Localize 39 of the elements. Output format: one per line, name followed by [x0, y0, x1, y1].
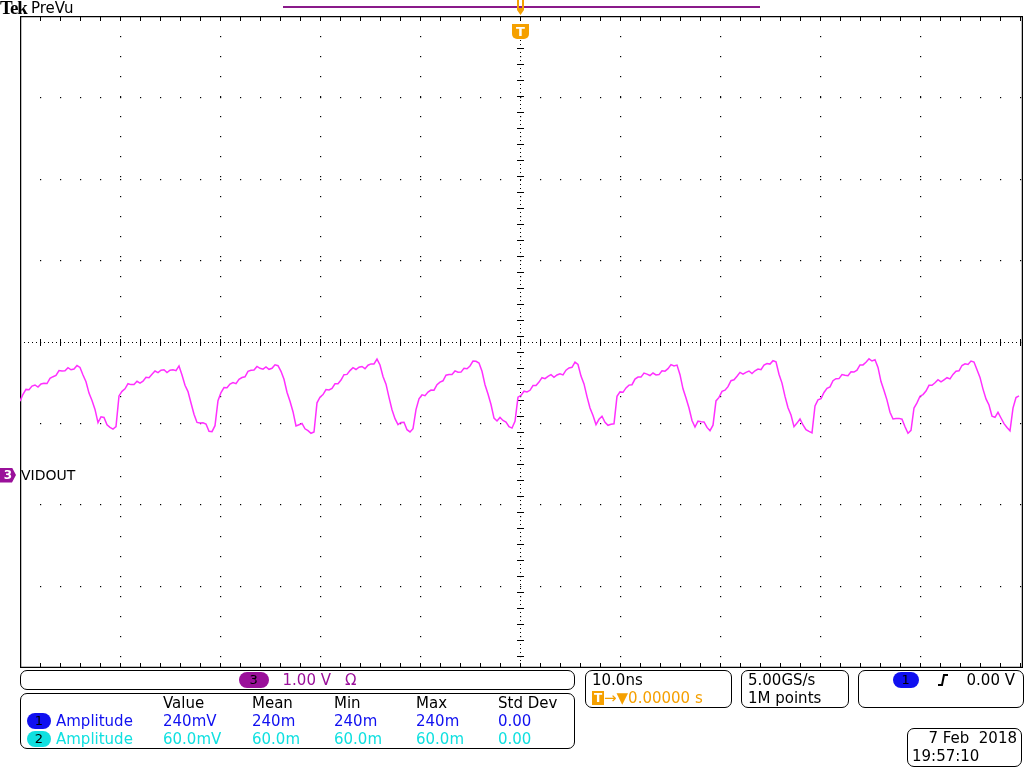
measurement-name: Amplitude: [56, 712, 133, 730]
measurement-name: Amplitude: [56, 730, 133, 748]
date-text: 7 Feb 2018: [927, 729, 1017, 747]
table-cell-text: 240mV: [163, 712, 218, 730]
table-cell-text: 0.00: [498, 730, 533, 748]
table-cell-text: 60.0mV: [163, 730, 223, 748]
channel-badge: 1: [27, 713, 51, 729]
table-cell-text: 60.0m: [252, 730, 301, 748]
channel-marker: 3: [0, 467, 16, 483]
delay-value: 0.00000 s: [628, 689, 703, 707]
trigger-marker: T: [512, 24, 529, 39]
delay-arrows: →▼: [604, 689, 629, 707]
column-header: Max: [416, 694, 448, 712]
column-header: Min: [334, 694, 362, 712]
table-cell-text: 0.00: [498, 712, 533, 730]
time-scale: 10.0ns: [592, 671, 644, 689]
rising-edge-icon: [936, 673, 949, 687]
sample-rate: 5.00GS/s: [748, 671, 817, 689]
trigger-position-icon: [515, 0, 526, 16]
trigger-level: 0.00 V: [966, 671, 1015, 689]
time-text: 19:57:10: [912, 747, 981, 765]
table-cell-text: 60.0m: [334, 730, 383, 748]
coupling-symbol: Ω: [345, 671, 357, 689]
column-header: Mean: [252, 694, 294, 712]
mode-label: PreVu: [30, 0, 74, 16]
vertical-scale: 1.00 V: [282, 671, 331, 689]
table-cell-text: 240m: [252, 712, 297, 730]
table-cell-text: 240m: [334, 712, 379, 730]
record-length: 1M points: [748, 689, 823, 707]
channel-badge: 1: [892, 672, 919, 688]
trigger-badge: T: [592, 691, 604, 705]
column-header: Std Dev: [498, 694, 559, 712]
table-cell-text: 60.0m: [416, 730, 465, 748]
column-header: Value: [163, 694, 206, 712]
channel-label: VIDOUT: [21, 467, 76, 483]
brand-logo: Tek: [0, 0, 27, 16]
channel-badge: 3: [238, 672, 269, 688]
table-cell-text: 240m: [416, 712, 461, 730]
channel-badge: 2: [27, 731, 51, 747]
